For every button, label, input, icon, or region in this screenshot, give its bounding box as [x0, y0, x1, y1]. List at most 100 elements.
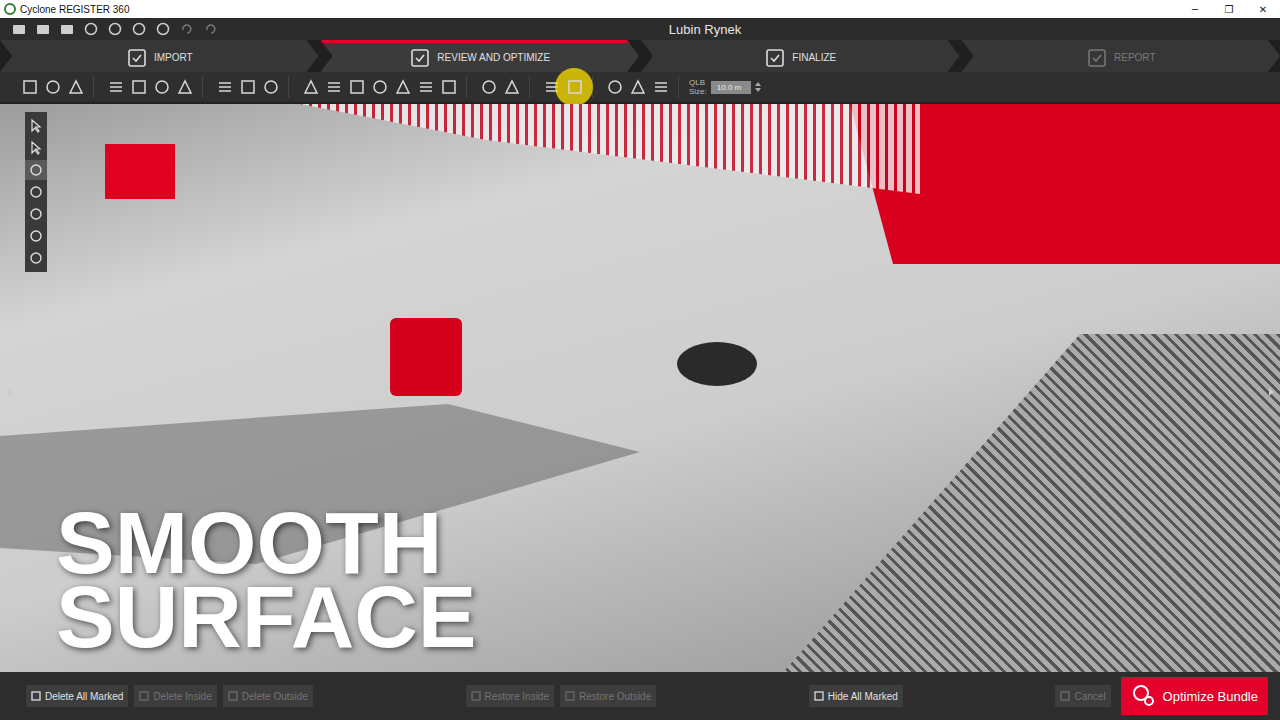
view-tools — [25, 112, 47, 272]
tool-button[interactable] — [152, 76, 171, 98]
tool-button[interactable] — [605, 76, 624, 98]
tool-icon — [108, 79, 124, 95]
action-button[interactable]: Delete All Marked — [26, 685, 128, 707]
video-caption: SMOOTHSURFACE — [56, 506, 477, 654]
window-control[interactable]: ─ — [1178, 4, 1212, 15]
optimize-bundle-button[interactable]: Optimize Bundle — [1121, 677, 1268, 715]
qlb-size-field[interactable]: 10.0 m — [711, 81, 751, 94]
view-tool-button[interactable] — [25, 204, 47, 224]
workflow-step[interactable]: IMPORT — [0, 40, 319, 72]
action-icon — [1060, 691, 1070, 701]
action-button[interactable]: Restore Inside — [466, 685, 554, 707]
collapse-left-icon[interactable] — [6, 388, 11, 396]
tool-icon — [68, 79, 84, 95]
tool-icon — [240, 79, 256, 95]
tool-button[interactable] — [439, 76, 458, 98]
menu-action-icon[interactable] — [108, 22, 122, 36]
tool-button[interactable] — [651, 76, 670, 98]
window-control[interactable]: ✕ — [1246, 4, 1280, 15]
action-icon — [471, 691, 481, 701]
tool-button[interactable] — [43, 76, 62, 98]
tool-button[interactable] — [175, 76, 194, 98]
tool-button[interactable] — [565, 76, 584, 98]
view-tool-icon — [29, 185, 43, 199]
view-tool-button[interactable] — [25, 182, 47, 202]
action-icon — [31, 691, 41, 701]
action-icon — [814, 691, 824, 701]
tool-icon — [154, 79, 170, 95]
action-icon — [565, 691, 575, 701]
tool-button[interactable] — [393, 76, 412, 98]
tool-icon — [653, 79, 669, 95]
view-tool-icon — [29, 229, 43, 243]
tool-button[interactable] — [347, 76, 366, 98]
action-icon — [139, 691, 149, 701]
tool-icon — [418, 79, 434, 95]
workflow-step[interactable]: REPORT — [962, 40, 1280, 72]
action-button[interactable]: Cancel — [1055, 685, 1110, 707]
tool-button[interactable] — [628, 76, 647, 98]
menu-action-icon[interactable] — [36, 22, 50, 36]
tool-button[interactable] — [129, 76, 148, 98]
tool-button[interactable] — [215, 76, 234, 98]
tool-icon — [504, 79, 520, 95]
action-button[interactable]: Hide All Marked — [809, 685, 903, 707]
workflow-step[interactable]: REVIEW AND OPTIMIZE — [321, 40, 640, 72]
view-tool-button[interactable] — [25, 138, 47, 158]
view-tool-button[interactable] — [25, 160, 47, 180]
qlb-spinner[interactable] — [755, 82, 761, 92]
menu-bar: Lubin Rynek — [0, 18, 1280, 40]
tool-button[interactable] — [301, 76, 320, 98]
action-button[interactable]: Delete Inside — [134, 685, 216, 707]
tool-button[interactable] — [66, 76, 85, 98]
tool-icon — [303, 79, 319, 95]
view-tool-button[interactable] — [25, 226, 47, 246]
scene-fence — [300, 104, 920, 194]
view-tool-icon — [29, 119, 43, 133]
step-icon — [126, 47, 148, 69]
optimize-icon — [1131, 683, 1157, 709]
window-title: Cyclone REGISTER 360 — [20, 4, 130, 15]
scene-object — [105, 144, 175, 199]
tool-icon — [567, 79, 583, 95]
menu-action-icon[interactable] — [60, 22, 74, 36]
tool-button[interactable] — [370, 76, 389, 98]
tool-icon — [263, 79, 279, 95]
tool-icon — [217, 79, 233, 95]
menu-action-icon[interactable] — [84, 22, 98, 36]
action-button[interactable]: Restore Outside — [560, 685, 656, 707]
menu-action-icon[interactable] — [12, 22, 26, 36]
tool-icon — [607, 79, 623, 95]
collapse-right-icon[interactable] — [1269, 388, 1274, 396]
tool-icon — [22, 79, 38, 95]
tool-icon — [395, 79, 411, 95]
view-tool-icon — [29, 207, 43, 221]
view-tool-icon — [29, 163, 43, 177]
window-control[interactable]: ❐ — [1212, 4, 1246, 15]
menu-action-icon[interactable] — [132, 22, 146, 36]
qlb-size: QLBSize:10.0 m — [683, 78, 761, 96]
menu-action-icon[interactable] — [204, 22, 218, 36]
tool-button[interactable] — [238, 76, 257, 98]
tool-button[interactable] — [261, 76, 280, 98]
step-icon — [409, 47, 431, 69]
tool-button[interactable] — [106, 76, 125, 98]
view-tool-button[interactable] — [25, 248, 47, 268]
workflow-step[interactable]: FINALIZE — [641, 40, 960, 72]
tool-icon — [349, 79, 365, 95]
tool-button[interactable] — [324, 76, 343, 98]
menu-action-icon[interactable] — [156, 22, 170, 36]
step-icon — [1086, 47, 1108, 69]
tool-button[interactable] — [416, 76, 435, 98]
tool-icon — [481, 79, 497, 95]
view-tool-icon — [29, 251, 43, 265]
tool-icon — [326, 79, 342, 95]
tool-button[interactable] — [479, 76, 498, 98]
point-cloud-viewport[interactable]: SMOOTHSURFACE — [0, 104, 1280, 672]
scene-object — [390, 318, 462, 396]
tool-button[interactable] — [20, 76, 39, 98]
menu-action-icon[interactable] — [180, 22, 194, 36]
tool-button[interactable] — [502, 76, 521, 98]
view-tool-button[interactable] — [25, 116, 47, 136]
action-button[interactable]: Delete Outside — [223, 685, 313, 707]
